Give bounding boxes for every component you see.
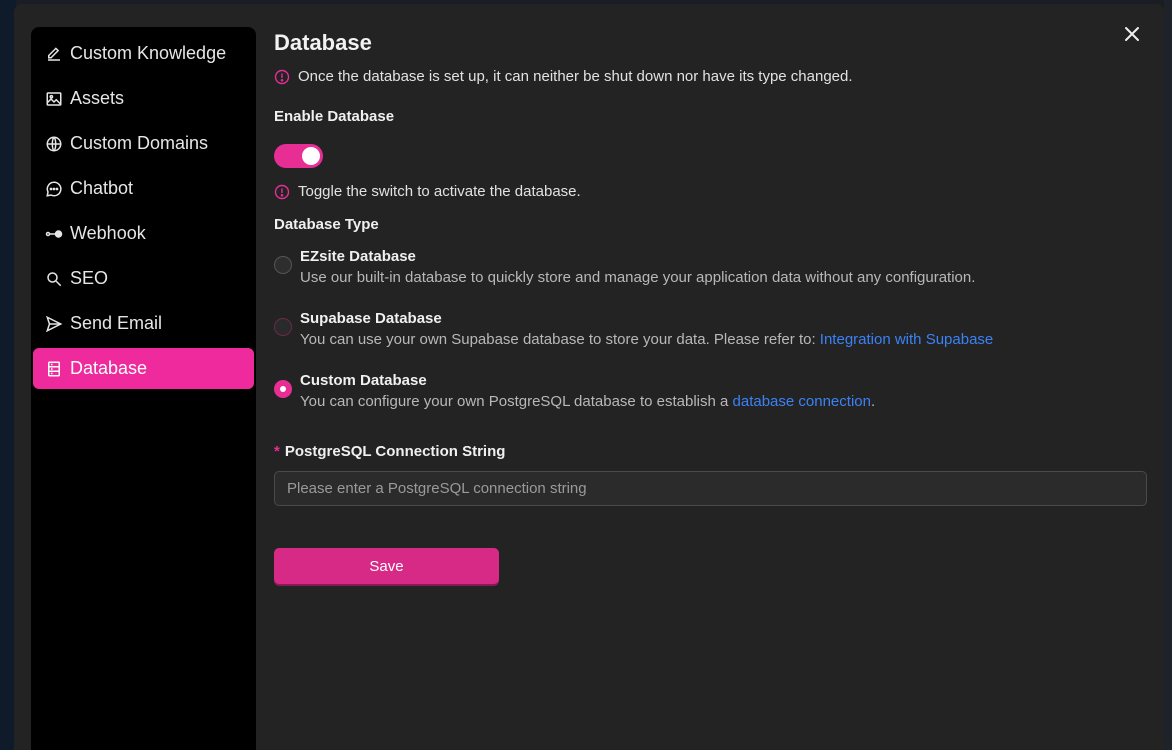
save-button[interactable]: Save xyxy=(274,548,499,584)
option-description: Use our built-in database to quickly sto… xyxy=(300,269,976,286)
settings-modal: Custom Knowledge Assets Custom Domains C… xyxy=(14,4,1164,750)
alert-circle-icon xyxy=(274,184,290,200)
required-mark: * xyxy=(274,443,280,460)
sidebar-item-custom-knowledge[interactable]: Custom Knowledge xyxy=(33,33,254,74)
connection-string-label-text: PostgreSQL Connection String xyxy=(284,443,506,460)
option-ezsite-database[interactable]: EZsite Database Use our built-in databas… xyxy=(274,247,1147,289)
sidebar-item-label: Webhook xyxy=(70,223,146,243)
chat-bubble-icon xyxy=(45,180,63,198)
database-connection-link[interactable]: database connection xyxy=(733,393,871,410)
page-title: Database xyxy=(274,30,372,55)
enable-database-label: Enable Database xyxy=(274,108,395,125)
setup-warning: Once the database is set up, it can neit… xyxy=(274,68,1147,85)
radio-ezsite[interactable] xyxy=(274,256,292,274)
settings-sidebar: Custom Knowledge Assets Custom Domains C… xyxy=(31,27,256,750)
option-custom-database[interactable]: Custom Database You can configure your o… xyxy=(274,371,1147,413)
pencil-icon xyxy=(45,45,63,63)
background-app-edge-right xyxy=(1164,0,1172,750)
alert-circle-icon xyxy=(274,69,290,85)
send-icon xyxy=(45,315,63,333)
webhook-icon xyxy=(45,225,63,243)
sidebar-item-custom-domains[interactable]: Custom Domains xyxy=(33,123,254,164)
database-settings-panel: Database Once the database is set up, it… xyxy=(274,30,1147,584)
sidebar-item-label: Assets xyxy=(70,88,125,108)
connection-string-input[interactable] xyxy=(274,471,1147,506)
option-description-suffix: . xyxy=(870,393,876,410)
sidebar-item-label: SEO xyxy=(70,268,109,288)
sidebar-item-webhook[interactable]: Webhook xyxy=(33,213,254,254)
enable-database-toggle[interactable] xyxy=(274,144,323,168)
option-title: EZsite Database xyxy=(300,248,416,265)
sidebar-item-chatbot[interactable]: Chatbot xyxy=(33,168,254,209)
toggle-hint-text: Toggle the switch to activate the databa… xyxy=(298,183,581,200)
option-description-text: You can configure your own PostgreSQL da… xyxy=(300,393,733,410)
globe-icon xyxy=(45,135,63,153)
sidebar-item-database[interactable]: Database xyxy=(33,348,254,389)
sidebar-item-label: Send Email xyxy=(70,313,163,333)
option-description-text: You can use your own Supabase database t… xyxy=(300,331,820,348)
sidebar-item-label: Custom Knowledge xyxy=(70,43,227,63)
option-description: You can use your own Supabase database t… xyxy=(300,329,993,351)
toggle-knob xyxy=(302,147,320,165)
toggle-hint: Toggle the switch to activate the databa… xyxy=(274,183,1147,200)
database-icon xyxy=(45,360,63,378)
sidebar-item-label: Chatbot xyxy=(70,178,134,198)
option-supabase-database[interactable]: Supabase Database You can use your own S… xyxy=(274,309,1147,351)
sidebar-item-assets[interactable]: Assets xyxy=(33,78,254,119)
sidebar-item-seo[interactable]: SEO xyxy=(33,258,254,299)
search-icon xyxy=(45,270,63,288)
option-title: Custom Database xyxy=(300,372,427,389)
setup-warning-text: Once the database is set up, it can neit… xyxy=(298,68,853,85)
sidebar-item-send-email[interactable]: Send Email xyxy=(33,303,254,344)
option-description: You can configure your own PostgreSQL da… xyxy=(300,391,875,413)
radio-supabase[interactable] xyxy=(274,318,292,336)
option-title: Supabase Database xyxy=(300,310,442,327)
supabase-integration-link[interactable]: Integration with Supabase xyxy=(820,331,993,348)
database-type-label: Database Type xyxy=(274,216,379,233)
sidebar-item-label: Custom Domains xyxy=(70,133,209,153)
connection-string-label: * PostgreSQL Connection String xyxy=(274,443,1147,460)
image-icon xyxy=(45,90,63,108)
radio-custom[interactable] xyxy=(274,380,292,398)
sidebar-item-label: Database xyxy=(70,358,148,378)
